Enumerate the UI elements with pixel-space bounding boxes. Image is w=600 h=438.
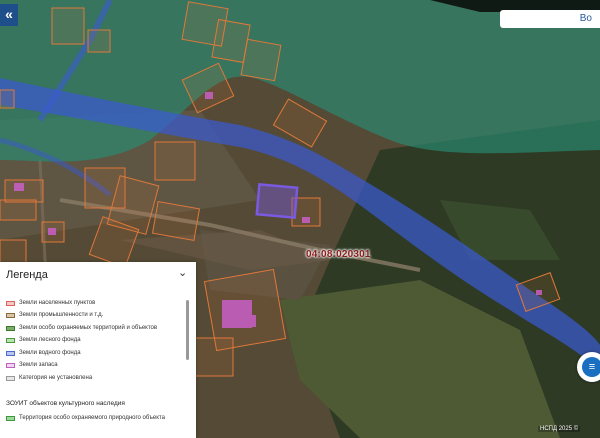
legend-item: Земли водного фонда [6,348,81,358]
cadastral-quarter-label: 04:08:020301 [306,249,371,260]
legend-swatch [6,325,15,331]
legend-item: Земли населенных пунктов [6,298,95,308]
list-icon: ≡ [582,357,600,377]
legend-panel: Легенда ⌄ Земли населенных пунктов Земли… [0,262,196,438]
chevron-collapse-icon[interactable]: ⌄ [178,266,187,279]
legend-swatch [6,312,15,318]
legend-item: Земли особо охраняемых территорий и объе… [6,323,157,333]
legend-list[interactable]: Земли населенных пунктов Земли промышлен… [0,284,186,438]
legend-item: Земли запаса [6,360,58,370]
legend-item: Категория не установлена [6,373,92,383]
legend-swatch [6,375,15,381]
selected-parcel [255,183,299,219]
legend-item: Территория особо охраняемого природного … [6,413,165,423]
legend-swatch [6,415,15,421]
legend-swatch [6,362,15,368]
collapse-panel-button[interactable]: « [0,4,18,26]
legend-section-title: ЗОУИТ объектов культурного наследия [6,400,125,407]
legend-scrollbar[interactable] [186,300,189,360]
legend-item: Земли промышленности и т.д. [6,310,103,320]
legend-item: Земли лесного фонда [6,335,81,345]
layers-button[interactable]: ≡ [577,352,600,382]
copyright-text: НСПД 2025 © [538,426,581,432]
search-input[interactable]: Во [500,10,600,28]
legend-swatch [6,350,15,356]
legend-swatch [6,300,15,306]
legend-swatch [6,337,15,343]
legend-title: Легенда [6,269,48,281]
